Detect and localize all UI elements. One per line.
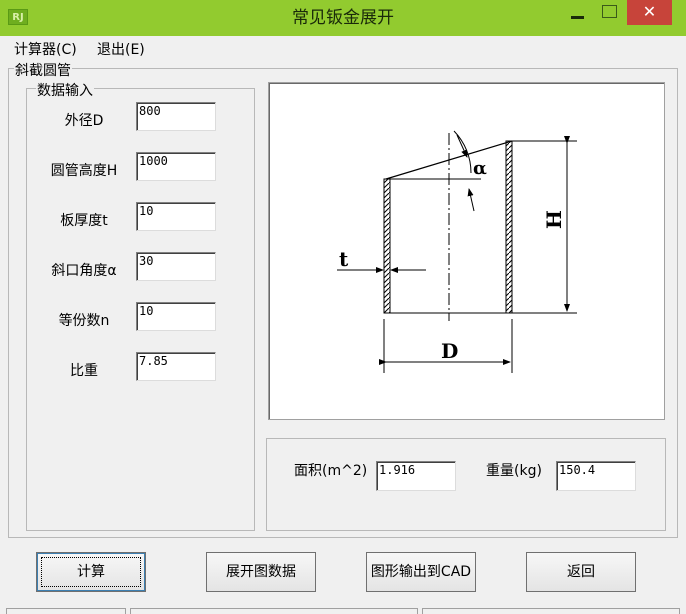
status-pane-1 — [6, 608, 126, 614]
weight-output[interactable]: 150.4 — [556, 461, 636, 491]
export-cad-button[interactable]: 图形输出到CAD — [366, 552, 476, 592]
title-bar: RJ 常见钣金展开 ✕ — [0, 0, 686, 36]
status-pane-3 — [422, 608, 680, 614]
pipe-diagram-panel: t α H D — [268, 82, 665, 420]
back-button[interactable]: 返回 — [526, 552, 636, 592]
plate-thickness-label: 板厚度t — [60, 213, 108, 229]
minimize-icon[interactable] — [563, 0, 591, 26]
export-cad-button-label: 图形输出到CAD — [370, 564, 472, 580]
plate-thickness-input[interactable]: 10 — [136, 202, 216, 231]
density-input[interactable]: 7.85 — [136, 352, 216, 381]
label-h: H — [542, 210, 566, 229]
label-t: t — [339, 247, 349, 271]
label-alpha: α — [473, 158, 487, 179]
bevel-angle-input[interactable]: 30 — [136, 252, 216, 281]
right-wall — [505, 140, 513, 314]
pipe-diagram: t α H D — [337, 130, 577, 373]
density-label: 比重 — [70, 363, 98, 379]
maximize-icon[interactable] — [596, 0, 622, 26]
input-group-label: 数据输入 — [36, 80, 94, 100]
area-label: 面积(m^2) — [294, 463, 368, 479]
left-wall — [383, 178, 391, 314]
label-d: D — [441, 339, 458, 363]
menu-exit[interactable]: 退出(E) — [97, 39, 145, 59]
pipe-height-input[interactable]: 1000 — [136, 152, 216, 181]
close-icon[interactable]: ✕ — [627, 0, 672, 25]
focus-rect — [41, 557, 141, 587]
unfold-data-button-label: 展开图数据 — [226, 564, 296, 580]
outer-diameter-input[interactable]: 800 — [136, 102, 216, 131]
status-bar — [0, 606, 686, 614]
pipe-height-label: 圆管高度H — [50, 163, 118, 179]
back-button-label: 返回 — [567, 564, 595, 580]
area-output[interactable]: 1.916 — [376, 461, 456, 491]
bevel-angle-label: 斜口角度α — [51, 263, 117, 279]
weight-label: 重量(kg) — [486, 463, 542, 479]
divisions-label: 等份数n — [58, 313, 110, 329]
outer-diameter-label: 外径D — [64, 113, 104, 129]
outer-group-label: 斜截圆管 — [14, 60, 72, 80]
calculate-button[interactable]: 计算 — [36, 552, 146, 592]
menu-bar: 计算器(C) 退出(E) — [0, 36, 686, 60]
divisions-input[interactable]: 10 — [136, 302, 216, 331]
unfold-data-button[interactable]: 展开图数据 — [206, 552, 316, 592]
status-pane-2 — [130, 608, 418, 614]
menu-calculator[interactable]: 计算器(C) — [14, 39, 77, 59]
